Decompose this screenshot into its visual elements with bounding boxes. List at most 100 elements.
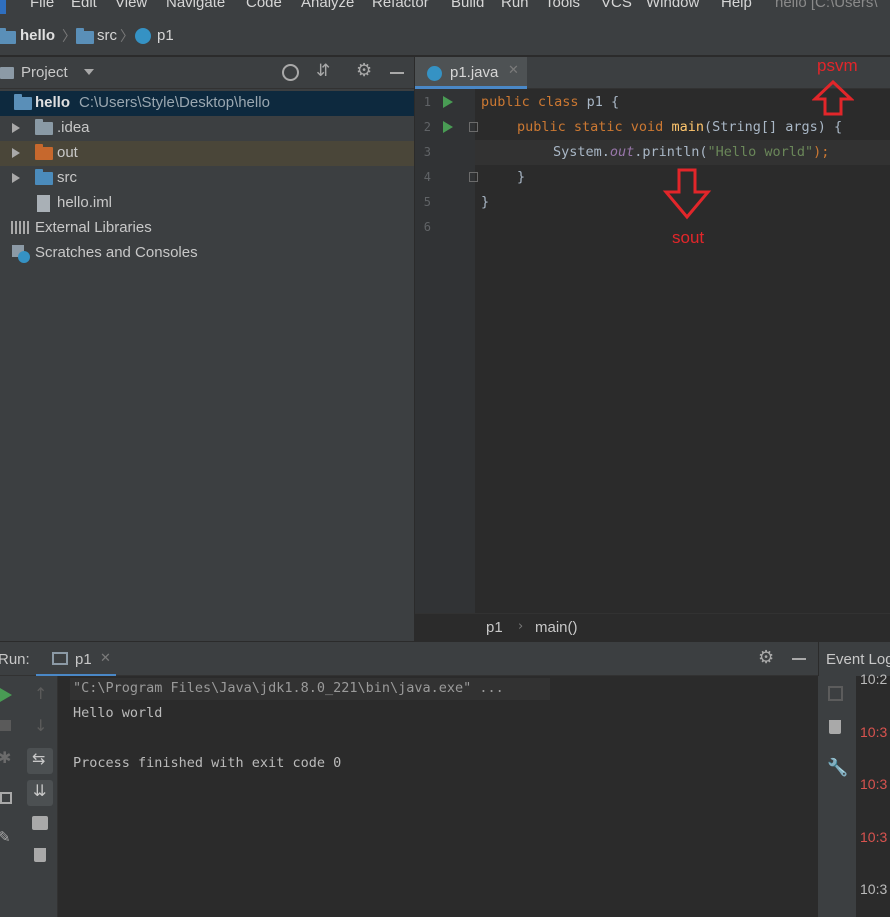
event-log-toolbar: 🔧 <box>818 676 856 917</box>
java-class-icon <box>135 28 151 44</box>
breadcrumb-project[interactable]: hello <box>20 27 55 44</box>
event-log-title[interactable]: Event Log <box>826 651 890 668</box>
code-line-4: } <box>517 169 526 185</box>
annotation-sout: sout <box>672 228 705 247</box>
java-class-icon <box>427 66 442 81</box>
trash-icon[interactable] <box>829 720 841 734</box>
wrench-icon[interactable]: 🔧 <box>827 758 848 778</box>
console-line: Hello world <box>73 705 163 721</box>
window-title: hello [C:\Users\ <box>775 0 878 11</box>
print-icon[interactable] <box>32 816 48 830</box>
menu-bar: File Edit View Navigate Code Analyze Ref… <box>0 0 890 14</box>
tree-item-hello-iml[interactable]: hello.iml <box>0 191 414 216</box>
tree-item-out[interactable]: out <box>0 141 414 166</box>
run-panel-header: Run: p1 ✕ ⚙ <box>0 642 818 677</box>
stop-icon[interactable] <box>0 720 11 731</box>
menu-help[interactable]: Help <box>721 0 752 11</box>
breadcrumb-file[interactable]: p1 <box>157 27 174 44</box>
menu-refactor[interactable]: Refactor <box>372 0 429 11</box>
excluded-folder-icon <box>35 144 53 160</box>
debug-icon[interactable]: ✱ <box>0 748 11 767</box>
close-icon[interactable]: ✕ <box>508 63 519 78</box>
tree-item-src[interactable]: src <box>0 166 414 191</box>
menu-file[interactable]: File <box>30 0 54 11</box>
run-tab-label[interactable]: p1 <box>75 651 92 668</box>
tree-root-path: C:\Users\Style\Desktop\hello <box>79 94 270 111</box>
code-line-5: } <box>481 194 490 210</box>
run-panel-title: Run: <box>0 651 30 668</box>
gear-icon[interactable]: ⚙ <box>758 647 774 668</box>
folder-icon <box>35 119 53 135</box>
menu-build[interactable]: Build <box>451 0 484 11</box>
run-config-icon <box>52 652 68 665</box>
arrow-up-icon[interactable]: ↑ <box>34 684 47 703</box>
minimize-icon[interactable] <box>390 72 404 74</box>
expand-arrow-icon[interactable] <box>12 123 20 133</box>
pin-icon[interactable]: ✎ <box>0 828 11 846</box>
line-number: 2 <box>423 120 431 134</box>
console-output[interactable] <box>58 676 818 917</box>
tree-item-scratches[interactable]: Scratches and Consoles <box>0 241 414 266</box>
project-panel-header: Project ⇵ ⚙ <box>0 57 414 89</box>
menu-vcs[interactable]: VCS <box>601 0 632 11</box>
collapse-all-icon[interactable]: ⇵ <box>316 61 330 81</box>
breadcrumb-folder[interactable]: src <box>97 27 117 44</box>
chevron-right-icon: › <box>518 619 524 634</box>
run-class-icon[interactable] <box>443 96 453 108</box>
event-time: 10:3 <box>860 724 888 740</box>
expand-arrow-icon[interactable] <box>12 148 20 158</box>
gear-icon[interactable]: ⚙ <box>356 60 372 81</box>
editor-gutter <box>415 89 475 613</box>
chevron-down-icon[interactable] <box>84 69 94 75</box>
event-time: 10:2 <box>860 671 888 687</box>
minimize-icon[interactable] <box>792 658 806 660</box>
run-controls: ✱ ✎ <box>0 676 22 917</box>
tree-item-label: Scratches and Consoles <box>35 244 198 261</box>
menu-run[interactable]: Run <box>501 0 529 11</box>
menu-navigate[interactable]: Navigate <box>166 0 225 11</box>
project-tree: hello C:\Users\Style\Desktop\hello .idea… <box>0 89 414 641</box>
scroll-to-end-icon[interactable]: ⇊ <box>27 780 53 806</box>
layout-icon[interactable] <box>0 792 12 804</box>
tab-p1-java[interactable]: p1.java ✕ <box>415 57 527 89</box>
fold-icon[interactable] <box>469 122 478 132</box>
arrow-down-icon[interactable]: ↓ <box>34 716 47 735</box>
mark-read-icon[interactable] <box>828 686 843 701</box>
fold-icon[interactable] <box>469 172 478 182</box>
tree-item-external-libraries[interactable]: External Libraries <box>0 216 414 241</box>
event-time: 10:3 <box>860 829 888 845</box>
event-time: 10:3 <box>860 776 888 792</box>
rerun-icon[interactable] <box>0 688 12 702</box>
run-main-icon[interactable] <box>443 121 453 133</box>
module-file-icon <box>37 195 50 212</box>
arrow-up-icon <box>812 80 854 116</box>
console-line: Process finished with exit code 0 <box>73 755 342 771</box>
locate-icon[interactable] <box>282 64 299 81</box>
menu-tools[interactable]: Tools <box>545 0 580 11</box>
tree-item-idea[interactable]: .idea <box>0 116 414 141</box>
folder-icon <box>76 28 94 44</box>
trash-icon[interactable] <box>34 848 46 862</box>
code-line-3: System.out.println("Hello world"); <box>553 144 830 160</box>
menu-window[interactable]: Window <box>646 0 699 11</box>
app-logo-icon <box>0 0 6 14</box>
chevron-right-icon: 〉 <box>62 29 76 45</box>
project-view-icon <box>0 67 14 79</box>
line-number: 6 <box>423 220 431 234</box>
console-toolbar: ↑ ↓ ⇆ ⇊ <box>22 676 58 917</box>
menu-code[interactable]: Code <box>246 0 282 11</box>
project-folder-icon <box>0 28 16 44</box>
close-icon[interactable]: ✕ <box>100 651 111 666</box>
event-time: 10:3 <box>860 881 888 897</box>
soft-wrap-icon[interactable]: ⇆ <box>27 748 53 774</box>
tree-item-label: hello.iml <box>57 194 113 211</box>
project-panel-title[interactable]: Project <box>21 64 68 81</box>
tree-root-hello[interactable]: hello C:\Users\Style\Desktop\hello <box>0 91 414 116</box>
editor-breadcrumb-class[interactable]: p1 <box>486 619 503 636</box>
editor-breadcrumb-method[interactable]: main() <box>535 619 578 636</box>
line-number: 5 <box>423 195 431 209</box>
menu-edit[interactable]: Edit <box>71 0 97 11</box>
expand-arrow-icon[interactable] <box>12 173 20 183</box>
menu-analyze[interactable]: Analyze <box>301 0 354 11</box>
menu-view[interactable]: View <box>115 0 147 11</box>
